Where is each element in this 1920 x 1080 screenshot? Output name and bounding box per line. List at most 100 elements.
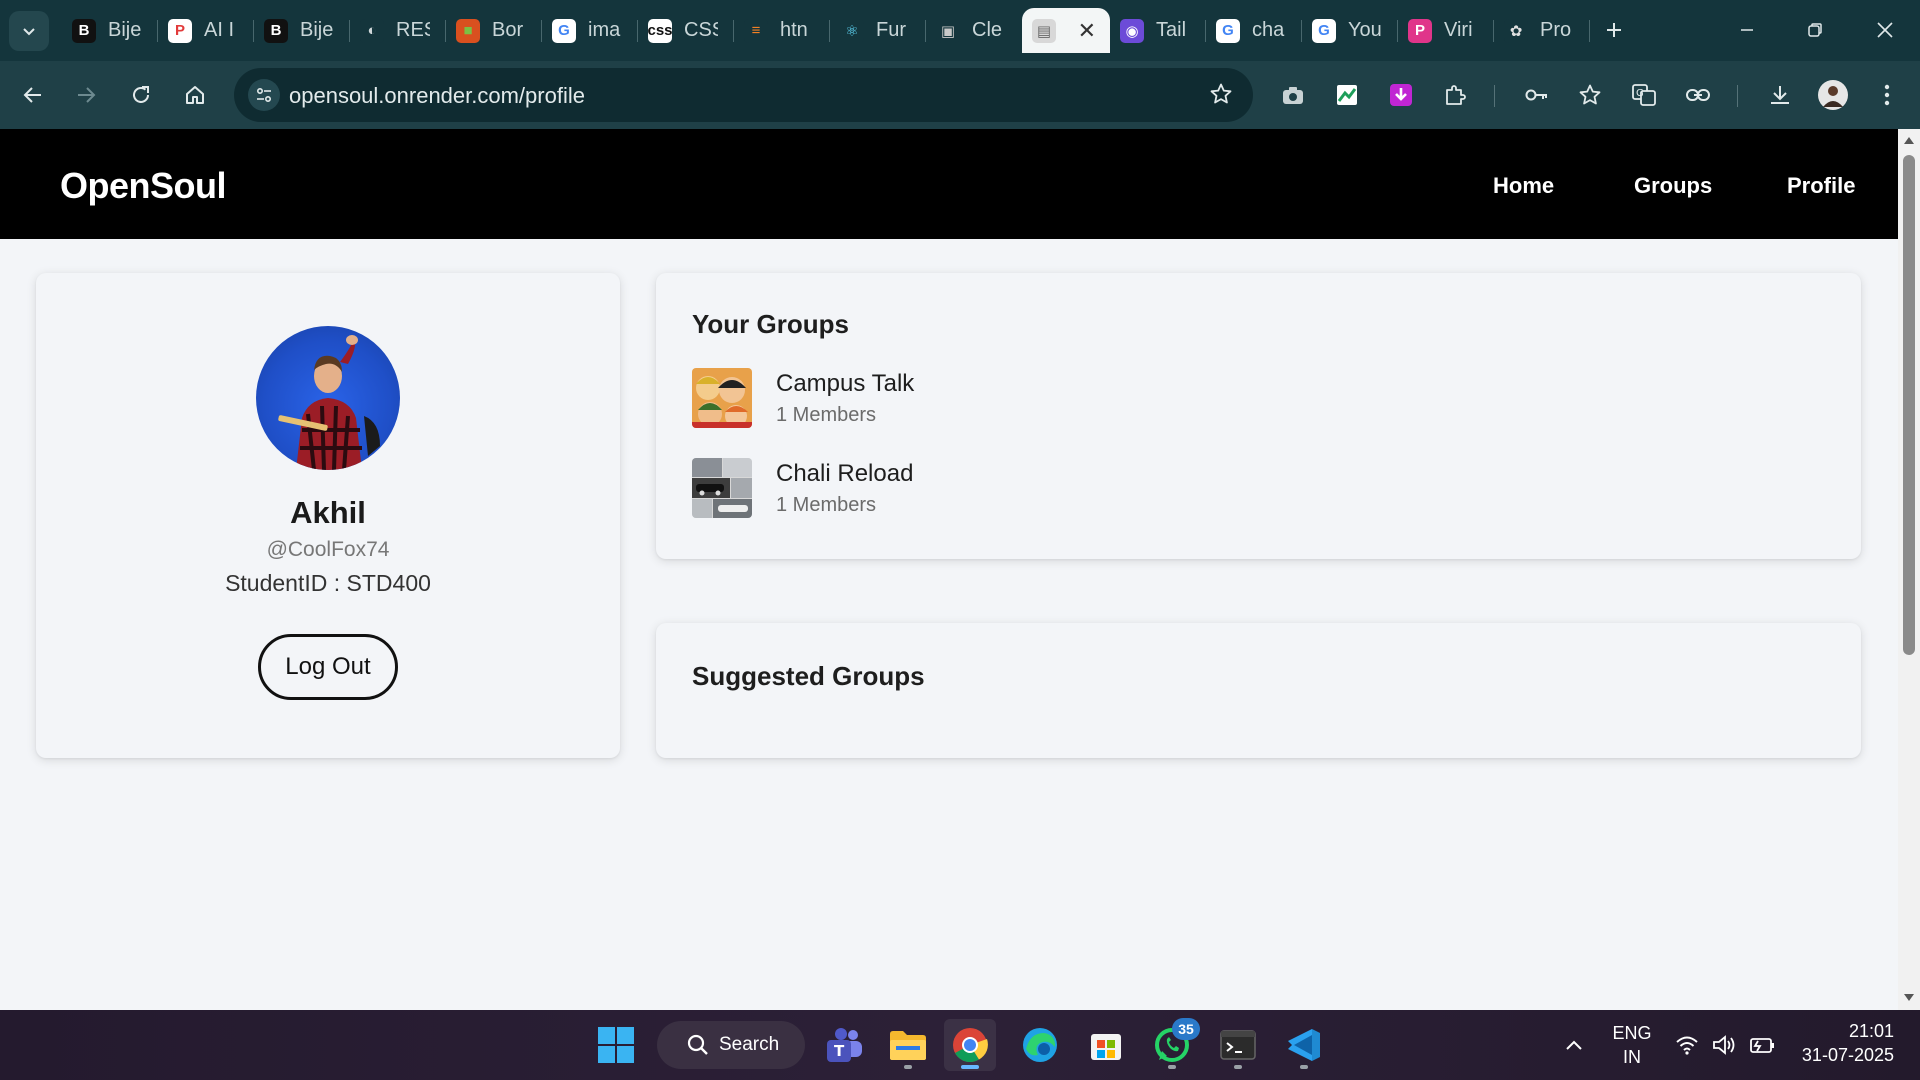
nav-profile-link[interactable]: Profile <box>1787 173 1855 199</box>
forward-button[interactable] <box>68 77 104 113</box>
tab-title: Bije <box>108 19 142 41</box>
bookmark-button[interactable] <box>1209 82 1233 106</box>
browser-tab[interactable]: Gima <box>542 8 638 53</box>
translate-button[interactable]: G <box>1626 77 1662 113</box>
profile-avatar-button[interactable] <box>1815 77 1851 113</box>
page-scrollbar[interactable] <box>1898 129 1920 1010</box>
input-language-top[interactable]: ENG <box>1606 1023 1658 1044</box>
clock-date[interactable]: 31-07-2025 <box>1784 1045 1894 1066</box>
browser-tab[interactable]: ⚛ Fur <box>830 8 926 53</box>
start-button[interactable] <box>590 1019 642 1071</box>
home-button[interactable] <box>177 77 213 113</box>
sheets-extension-button[interactable] <box>1329 77 1365 113</box>
tab-search-button[interactable] <box>9 11 49 51</box>
close-window-button[interactable] <box>1860 12 1910 48</box>
vscode-app[interactable] <box>1278 1019 1330 1071</box>
search-icon <box>687 1034 708 1055</box>
nav-home-link[interactable]: Home <box>1493 173 1554 199</box>
browser-tab[interactable]: ▣ Cle <box>926 8 1022 53</box>
store-icon <box>1091 1034 1121 1060</box>
teams-app[interactable]: T <box>818 1019 870 1071</box>
browser-tab[interactable]: ■ Bor <box>446 8 542 53</box>
new-tab-button[interactable] <box>1596 12 1632 48</box>
home-icon <box>186 86 204 104</box>
person-photo-icon <box>278 335 380 470</box>
profile-name: Akhil <box>290 495 366 530</box>
browser-tab[interactable]: B Bije <box>254 8 350 53</box>
browser-tab[interactable]: ◐ RES <box>350 8 446 53</box>
link-icon <box>1686 89 1710 101</box>
browser-tab[interactable]: P AI I <box>158 8 254 53</box>
restore-button[interactable] <box>1790 12 1840 48</box>
web-page: OpenSoul Home Groups Profile Akhil @Cool… <box>0 129 1898 1010</box>
tab-title: Cle <box>972 19 1003 41</box>
browser-tab[interactable]: Gcha <box>1206 8 1302 53</box>
suggested-groups-title: Suggested Groups <box>692 661 925 691</box>
scrollbar-thumb[interactable] <box>1903 155 1915 655</box>
more-vertical-icon <box>1884 84 1890 106</box>
brand-logo[interactable]: OpenSoul <box>60 165 227 207</box>
reload-button[interactable] <box>123 77 159 113</box>
browser-tab[interactable]: ◉ Tail <box>1110 8 1206 53</box>
screenshot-extension-button[interactable] <box>1275 77 1311 113</box>
browser-tab[interactable]: css CSS <box>638 8 734 53</box>
scroll-up-arrow-icon[interactable] <box>1903 135 1915 145</box>
browser-tab[interactable]: P Viri <box>1398 8 1494 53</box>
browser-tab[interactable]: G You <box>1302 8 1398 53</box>
back-button[interactable] <box>15 77 51 113</box>
tab-title: You <box>1348 19 1382 41</box>
extensions-button[interactable] <box>1437 77 1473 113</box>
stackoverflow-icon: ≡ <box>744 18 768 43</box>
nav-groups-link[interactable]: Groups <box>1634 173 1712 199</box>
browser-tab[interactable]: ≡ htn <box>734 8 830 53</box>
volume-icon[interactable] <box>1712 1034 1738 1056</box>
copy-link-button[interactable] <box>1680 77 1716 113</box>
group-name[interactable]: Chali Reload <box>776 460 913 488</box>
file-explorer-app[interactable] <box>882 1019 934 1071</box>
download-extension-button[interactable] <box>1383 77 1419 113</box>
show-hidden-icons-button[interactable] <box>1548 1019 1600 1071</box>
edge-app[interactable] <box>1014 1019 1066 1071</box>
passwords-button[interactable] <box>1519 77 1555 113</box>
battery-icon[interactable] <box>1749 1035 1775 1055</box>
globe-icon: ◐ <box>360 18 384 43</box>
tab-list: BBijePAI IBBije◐RES■BorGimacssCSS≡htn⚛Fu… <box>62 8 1590 53</box>
downloads-button[interactable] <box>1762 77 1798 113</box>
logout-button[interactable]: Log Out <box>258 634 398 700</box>
key-icon <box>1525 89 1547 101</box>
edge-icon <box>1023 1028 1057 1062</box>
chrome-app[interactable] <box>944 1019 996 1071</box>
bijeta-logo-icon: B <box>72 18 96 43</box>
clock-time[interactable]: 21:01 <box>1794 1021 1894 1042</box>
bookmarks-button[interactable] <box>1572 77 1608 113</box>
chevron-up-icon <box>1566 1040 1582 1050</box>
browser-tab-active[interactable]: ▤ ✕ <box>1022 8 1110 53</box>
search-label: Search <box>719 1034 780 1055</box>
group-member-count: 1 Members <box>776 404 877 426</box>
group-name[interactable]: Campus Talk <box>776 370 914 398</box>
folder-icon <box>890 1031 926 1060</box>
terminal-icon <box>1220 1030 1256 1060</box>
cars-collage-image-icon <box>692 458 752 518</box>
group-list-item[interactable]: Chali Reload 1 Members <box>692 458 1192 520</box>
scroll-down-arrow-icon[interactable] <box>1903 993 1915 1003</box>
chrome-menu-button[interactable] <box>1869 77 1905 113</box>
group-list-item[interactable]: Campus Talk 1 Members <box>692 368 1192 430</box>
url-text[interactable]: opensoul.onrender.com/profile <box>289 83 585 109</box>
page-icon: ▤ <box>1032 18 1056 43</box>
taskbar-search[interactable]: Search <box>657 1021 805 1069</box>
group-thumbnail <box>692 458 752 518</box>
minimize-button[interactable] <box>1722 12 1772 48</box>
site-info-button[interactable] <box>248 79 280 111</box>
browser-tab[interactable]: B Bije <box>62 8 158 53</box>
toolbar-divider <box>1737 85 1738 107</box>
input-language-bottom[interactable]: IN <box>1606 1047 1658 1068</box>
store-app[interactable] <box>1080 1019 1132 1071</box>
address-bar[interactable]: opensoul.onrender.com/profile <box>234 68 1253 122</box>
browser-tab[interactable]: ✿ Pro <box>1494 8 1590 53</box>
notification-badge: 35 <box>1172 1018 1200 1040</box>
tab-close-icon[interactable]: ✕ <box>1078 18 1096 44</box>
wifi-icon[interactable] <box>1675 1035 1699 1055</box>
terminal-app[interactable] <box>1212 1019 1264 1071</box>
google-icon: G <box>1312 18 1336 43</box>
